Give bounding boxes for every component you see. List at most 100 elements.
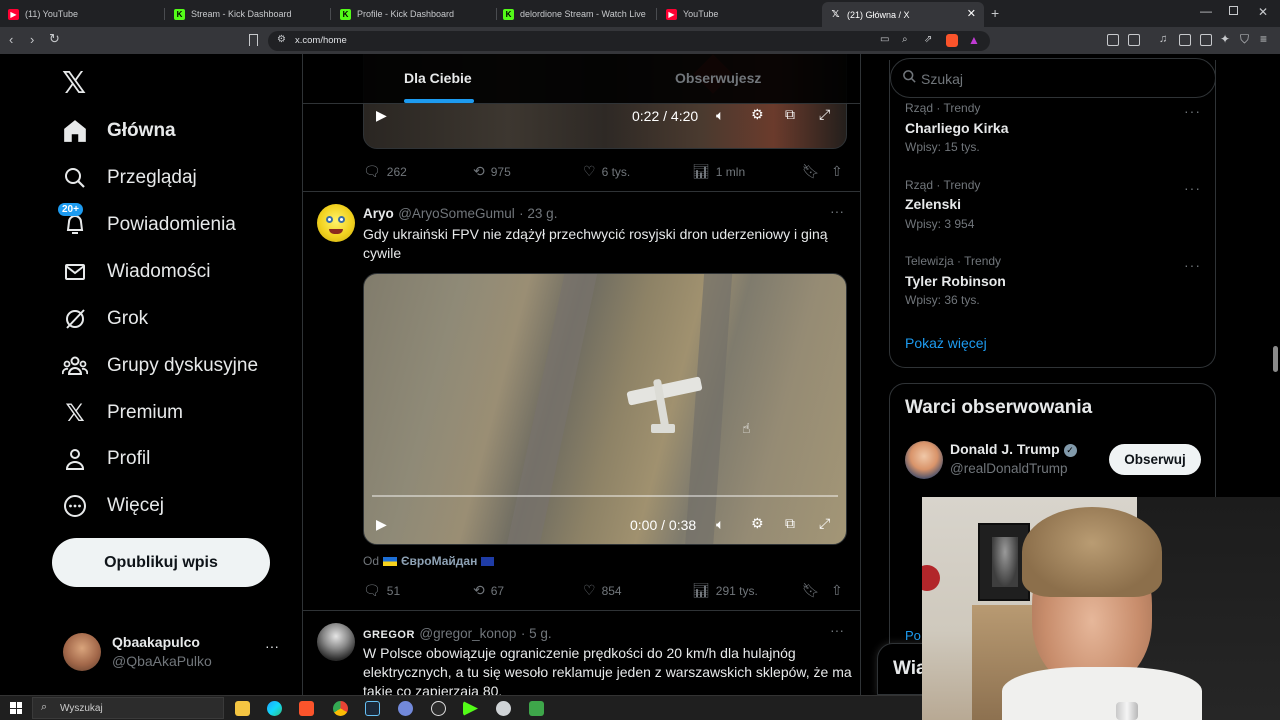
video-player[interactable]: ▶ 0:00 / 0:38 🔈︎ ⚙ ⧉ ⤢ ☝ [363, 273, 847, 545]
trend-more-icon[interactable]: ··· [1184, 103, 1201, 119]
taskbar-search[interactable]: ⌕ Wyszukaj [32, 697, 224, 719]
tab-for-you[interactable]: Dla Ciebie [404, 70, 472, 86]
discord-icon[interactable] [398, 701, 413, 716]
chrome-icon[interactable] [333, 701, 348, 716]
brave-icon[interactable] [299, 701, 314, 716]
post-more-icon[interactable]: ··· [830, 203, 844, 219]
author-name[interactable]: Aryo [363, 206, 394, 221]
address-bar[interactable]: ⚙ x.com/home ▭ ⌕ ⇗ ▲ [268, 31, 990, 51]
zoom-icon[interactable]: ⌕ [902, 34, 908, 45]
share-icon[interactable]: ⇗ [924, 34, 932, 45]
post[interactable]: GREGOR @gregor_konop · 5 g. ··· W Polsce… [303, 611, 860, 695]
trend-more-icon[interactable]: ··· [1184, 180, 1201, 196]
tab-youtube-2[interactable]: ▶ YouTube [666, 4, 816, 24]
forward-icon[interactable]: › [30, 33, 34, 47]
partial-link[interactable]: Po [905, 628, 921, 643]
play-icon[interactable]: ▶ [376, 516, 387, 533]
author-name[interactable]: GREGOR [363, 629, 415, 641]
sidebar-item-grok[interactable]: Grok [62, 301, 148, 337]
trend-more-icon[interactable]: ··· [1184, 257, 1201, 273]
volume-icon[interactable]: 🔈︎ [716, 516, 724, 533]
tab-kick-profile[interactable]: K Profile - Kick Dashboard [340, 4, 490, 24]
bookmark-button[interactable]: 🔖︎ [802, 163, 826, 180]
sidebar-item-profile[interactable]: Profil [62, 441, 150, 477]
account-switcher[interactable]: Qbaakapulco @QbaAkaPulko ··· [52, 624, 292, 678]
extensions-icon[interactable] [1107, 34, 1119, 46]
fullscreen-icon[interactable]: ⤢ [819, 515, 830, 532]
reply-button[interactable]: 🗨︎ 262 [363, 163, 407, 180]
app2-icon[interactable] [529, 701, 544, 716]
steam-icon[interactable] [365, 701, 380, 716]
sidebar-item-notifications[interactable]: 20+ Powiadomienia [58, 203, 236, 243]
trend-title[interactable]: Tyler Robinson [905, 273, 1006, 289]
tab-youtube-1[interactable]: ▶ (11) YouTube [8, 4, 158, 24]
tab-kick-delordione[interactable]: K delordione Stream - Watch Live o [503, 4, 648, 24]
follow-button[interactable]: Obserwuj [1109, 444, 1201, 475]
play-icon[interactable]: ▶ [376, 107, 387, 124]
back-icon[interactable]: ‹ [9, 33, 13, 47]
vpn-icon[interactable]: ⛉ [1240, 32, 1249, 47]
close-tab-icon[interactable]: ✕ [967, 7, 976, 20]
brave-shield-icon[interactable] [946, 34, 958, 47]
tab-following[interactable]: Obserwujesz [675, 70, 761, 86]
video-source[interactable]: Od ЄвроМайдан [363, 554, 495, 568]
post-time[interactable]: · 5 g. [521, 626, 552, 641]
views-button[interactable]: 📊︎ 1 mln [692, 163, 745, 180]
reply-button[interactable]: 🗨︎ 51 [363, 582, 400, 599]
obs-icon[interactable] [431, 701, 446, 716]
windows-start-icon[interactable] [10, 702, 22, 714]
reload-icon[interactable]: ↻ [49, 32, 60, 46]
like-button[interactable]: ♡ 6 tys. [583, 163, 630, 180]
share-button[interactable]: ⇧ [831, 163, 849, 180]
trend-title[interactable]: Zelenski [905, 196, 961, 212]
author-handle[interactable]: @gregor_konop [419, 626, 516, 641]
sidebar-item-home[interactable]: Główna [62, 113, 176, 149]
sidebar-item-explore[interactable]: Przeglądaj [62, 160, 197, 196]
avatar[interactable] [905, 441, 943, 479]
cast-icon[interactable]: ▭ [880, 34, 889, 45]
views-button[interactable]: 📊︎ 291 tys. [692, 582, 758, 599]
file-explorer-icon[interactable] [235, 701, 250, 716]
share-button[interactable]: ⇧ [831, 582, 849, 599]
menu-icon[interactable]: ≡ [1260, 32, 1267, 46]
publish-post-button[interactable]: Opublikuj wpis [52, 538, 270, 587]
account-more-icon[interactable]: ··· [265, 638, 279, 654]
kick-icon[interactable] [463, 701, 478, 716]
restore-icon[interactable] [1229, 6, 1238, 15]
tab-kick-stream[interactable]: K Stream - Kick Dashboard [174, 4, 324, 24]
follow-handle[interactable]: @realDonaldTrump [950, 461, 1068, 476]
edge-icon[interactable] [267, 701, 282, 716]
new-tab-button[interactable]: + [991, 5, 999, 21]
avatar[interactable] [317, 623, 355, 661]
wallet-icon[interactable] [1128, 34, 1140, 46]
leo-ai-icon[interactable]: ✦ [1220, 32, 1230, 46]
pip-icon[interactable]: ⧉ [785, 515, 795, 532]
follow-name[interactable]: Donald J. Trump ✓ [950, 441, 1077, 457]
trend-title[interactable]: Charliego Kirka [905, 120, 1008, 136]
minimize-icon[interactable]: — [1200, 4, 1212, 18]
scrollbar-thumb[interactable] [1273, 346, 1278, 372]
settings-icon[interactable]: ⚙ [751, 106, 764, 123]
tab-x-home[interactable]: 𝕏 (21) Główna / X ✕ [822, 2, 984, 27]
brave-rewards-icon[interactable]: ▲ [968, 33, 980, 47]
post-time[interactable]: · 23 g. [519, 206, 557, 221]
wallet2-icon[interactable] [1200, 34, 1212, 46]
author-handle[interactable]: @AryoSomeGumul [398, 206, 515, 221]
fullscreen-icon[interactable]: ⤢ [819, 106, 830, 123]
post[interactable]: Aryo @AryoSomeGumul · 23 g. ··· Gdy ukra… [303, 192, 860, 610]
avatar[interactable] [317, 204, 355, 242]
sidebar-item-messages[interactable]: Wiadomości [62, 254, 210, 290]
sidebar-icon[interactable] [1179, 34, 1191, 46]
bookmark-icon[interactable] [249, 34, 258, 46]
settings-icon[interactable]: ⚙ [751, 515, 764, 532]
site-info-icon[interactable]: ⚙ [277, 34, 286, 45]
sidebar-item-more[interactable]: Więcej [62, 488, 164, 524]
repost-button[interactable]: ⟲ 975 [473, 163, 511, 180]
app-icon[interactable] [496, 701, 511, 716]
pip-icon[interactable]: ⧉ [785, 106, 795, 123]
bookmark-button[interactable]: 🔖︎ [802, 582, 826, 599]
repost-button[interactable]: ⟲ 67 [473, 582, 504, 599]
post-more-icon[interactable]: ··· [830, 622, 844, 638]
show-more-link[interactable]: Pokaż więcej [905, 335, 987, 351]
sidebar-item-premium[interactable]: 𝕏 Premium [62, 395, 183, 431]
